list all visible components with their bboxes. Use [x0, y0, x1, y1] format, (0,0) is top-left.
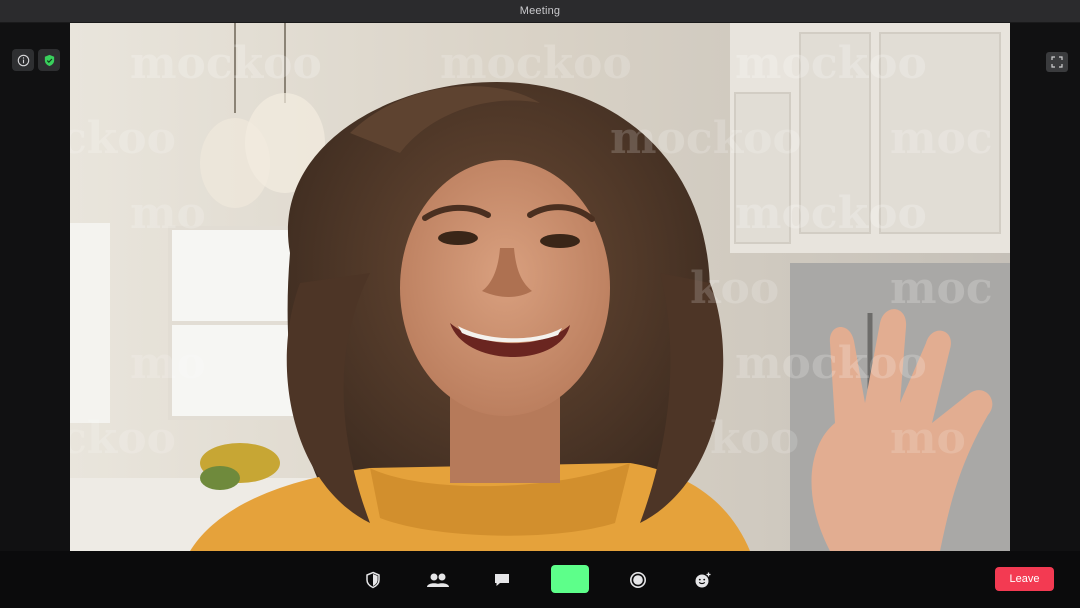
svg-text:mo: mo	[130, 338, 206, 389]
svg-text:mockoo: mockoo	[610, 113, 802, 164]
fullscreen-button[interactable]	[1046, 52, 1068, 72]
security-button[interactable]	[359, 566, 387, 594]
info-icon	[17, 54, 29, 66]
info-button[interactable]	[12, 49, 34, 71]
participants-button[interactable]	[423, 566, 453, 594]
chat-button[interactable]	[488, 566, 516, 594]
shield-check-icon	[44, 54, 54, 66]
reactions-button[interactable]	[689, 566, 717, 594]
svg-text:ckoo: ckoo	[70, 413, 176, 464]
leave-button[interactable]: Leave	[995, 567, 1054, 591]
svg-text:mockoo: mockoo	[735, 188, 927, 239]
participant-video: mockoo mockoo mockoo ckoo mockoo moc mo …	[70, 23, 1010, 551]
video-frame: mockoo mockoo mockoo ckoo mockoo moc mo …	[70, 23, 1010, 551]
svg-text:mockoo: mockoo	[735, 38, 927, 89]
svg-text:ckoo: ckoo	[70, 113, 176, 164]
svg-text:mockoo: mockoo	[440, 38, 632, 89]
svg-text:moc: moc	[890, 263, 993, 314]
svg-text:mo: mo	[890, 413, 966, 464]
reactions-icon	[695, 572, 711, 588]
fullscreen-icon	[1051, 56, 1063, 68]
participants-icon	[427, 573, 449, 587]
svg-text:mo: mo	[130, 188, 206, 239]
record-icon	[630, 572, 646, 588]
video-toggle-button[interactable]	[551, 565, 589, 593]
svg-text:koo: koo	[690, 263, 779, 314]
meeting-window: Meeting mockoo mockoo mockoo ckoo mockoo…	[0, 0, 1080, 608]
svg-text:koo: koo	[710, 413, 799, 464]
shield-icon	[366, 571, 380, 589]
title-bar: Meeting	[0, 0, 1080, 23]
chat-icon	[495, 574, 509, 586]
record-button[interactable]	[624, 566, 652, 594]
watermark-text: mockoo	[130, 38, 322, 89]
svg-text:mockoo: mockoo	[735, 338, 927, 389]
window-title: Meeting	[519, 5, 561, 17]
security-status-button[interactable]	[38, 49, 60, 71]
meeting-toolbar: Leave	[0, 551, 1080, 608]
svg-text:moc: moc	[890, 113, 993, 164]
meeting-info-group	[12, 49, 60, 71]
